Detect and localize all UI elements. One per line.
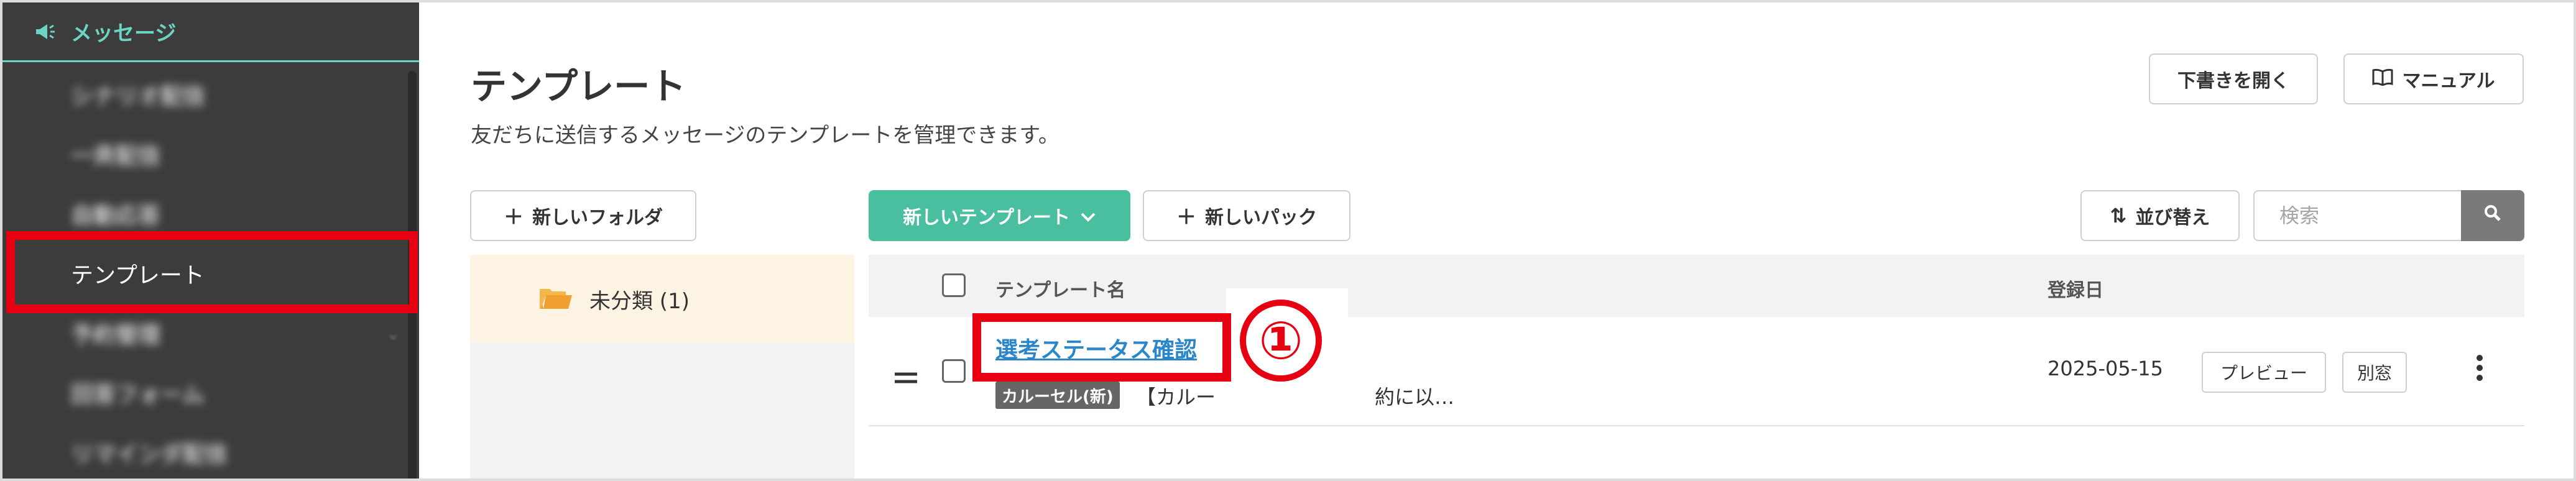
app-window: メッセージ シナリオ配信 一斉配信 自動応答 テンプレート 予約管理 ⌄ 回答フ… [0, 0, 2576, 481]
sidebar-item-reminder[interactable]: リマインダ配信 [2, 423, 419, 479]
sidebar-item-scenario[interactable]: シナリオ配信 [2, 65, 419, 124]
select-all-checkbox[interactable] [942, 273, 966, 297]
chevron-down-icon [1080, 204, 1096, 227]
sidebar-item-form[interactable]: 回答フォーム [2, 363, 419, 423]
folder-panel: 未分類 (1) [470, 255, 854, 479]
sidebar-section-label: メッセージ [71, 21, 177, 46]
folder-label: 未分類 (1) [589, 288, 690, 314]
new-window-button[interactable]: 別窓 [2342, 352, 2407, 393]
sort-icon: ⇅ [2110, 204, 2127, 227]
sort-button[interactable]: ⇅ 並び替え [2080, 190, 2240, 241]
search-button[interactable] [2461, 190, 2524, 241]
column-header-name: テンプレート名 [995, 280, 1126, 301]
sidebar-item-label: 予約管理 [71, 323, 161, 348]
row-checkbox[interactable] [942, 359, 966, 383]
search-input[interactable] [2253, 190, 2462, 241]
new-pack-button[interactable]: ＋ 新しいパック [1143, 190, 1350, 241]
manual-label: マニュアル [2402, 70, 2495, 92]
sort-label: 並び替え [2135, 207, 2210, 229]
chevron-down-icon: ⌄ [385, 323, 400, 344]
sidebar-item-label: 回答フォーム [71, 382, 205, 408]
preview-label: プレビュー [2220, 363, 2307, 383]
search-icon [2483, 204, 2502, 227]
sidebar-section-message[interactable]: メッセージ [2, 2, 419, 62]
sidebar-item-label: 自動応答 [71, 203, 161, 229]
preview-button[interactable]: プレビュー [2202, 352, 2326, 393]
page-title: テンプレート [471, 65, 686, 108]
new-template-label: 新しいテンプレート [902, 207, 1071, 229]
book-icon [2372, 67, 2393, 91]
manual-button[interactable]: マニュアル [2343, 53, 2524, 104]
sidebar-item-label: 一斉配信 [71, 144, 161, 169]
open-draft-button[interactable]: 下書きを開く [2149, 53, 2318, 104]
step-number-badge: ① [1240, 300, 1322, 382]
new-pack-label: 新しいパック [1205, 207, 1317, 229]
drag-handle-icon[interactable] [893, 362, 918, 389]
table-header: テンプレート名 登録日 [869, 255, 2524, 317]
new-template-button[interactable]: 新しいテンプレート [869, 190, 1130, 241]
highlight-box-sidebar [6, 231, 418, 313]
more-options-icon[interactable] [2476, 354, 2483, 387]
plus-icon: ＋ [503, 205, 524, 229]
new-folder-label: 新しいフォルダ [532, 207, 663, 229]
sidebar-item-label: リマインダ配信 [71, 442, 228, 467]
page-subtitle: 友だちに送信するメッセージのテンプレートを管理できます。 [471, 123, 1059, 148]
sidebar: メッセージ シナリオ配信 一斉配信 自動応答 テンプレート 予約管理 ⌄ 回答フ… [2, 2, 419, 479]
sidebar-item-broadcast[interactable]: 一斉配信 [2, 124, 419, 184]
plus-icon: ＋ [1176, 205, 1196, 229]
folder-open-icon [538, 286, 573, 311]
template-type-badge: カルーセル(新) [995, 382, 1120, 409]
megaphone-icon [34, 21, 56, 43]
sidebar-item-label: シナリオ配信 [71, 84, 206, 109]
new-folder-button[interactable]: ＋ 新しいフォルダ [470, 190, 696, 241]
registered-date: 2025-05-15 [2047, 357, 2163, 380]
column-header-date: 登録日 [2047, 280, 2103, 301]
open-draft-label: 下書きを開く [2177, 70, 2289, 92]
highlight-box-template-name [972, 313, 1231, 382]
folder-item[interactable]: 未分類 (1) [470, 255, 854, 343]
new-window-label: 別窓 [2357, 363, 2392, 383]
